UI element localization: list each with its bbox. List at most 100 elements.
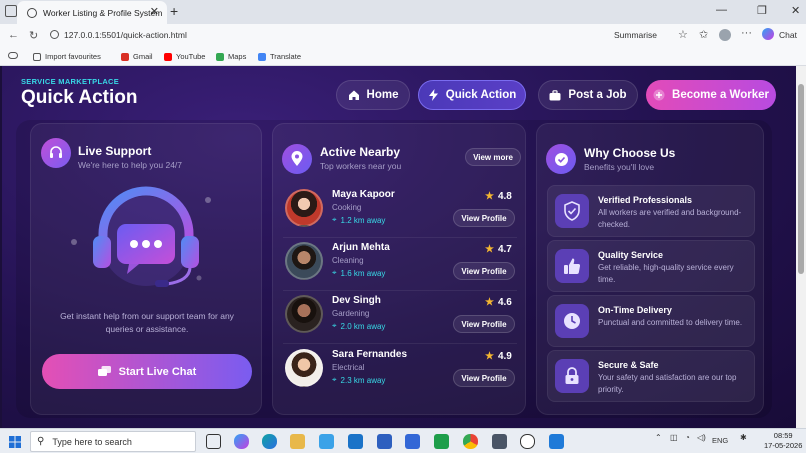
view-profile-button[interactable]: View Profile [453, 262, 515, 280]
feature-title: Verified Professionals [598, 195, 693, 205]
edge-icon[interactable] [262, 434, 277, 449]
close-window-button[interactable]: ✕ [791, 4, 800, 17]
copilot-chat-label[interactable]: Chat [779, 30, 797, 40]
sidebar-toggle-icon[interactable] [5, 5, 17, 17]
rating-value: 4.6 [497, 297, 512, 308]
store-icon[interactable] [319, 434, 334, 449]
url-field[interactable]: 127.0.0.1:5501/quick-action.html [64, 30, 187, 40]
start-live-chat-button[interactable]: Start Live Chat [42, 354, 252, 389]
browser-tab-strip: Worker Listing & Profile System ✕ + — ❐ … [0, 0, 806, 24]
copilot-icon[interactable] [762, 28, 774, 40]
search-placeholder: Type here to search [52, 436, 132, 447]
bookmark-translate[interactable]: Translate [258, 52, 301, 61]
maximize-button[interactable]: ❐ [757, 4, 767, 17]
star-icon: ★ [485, 351, 494, 362]
close-tab-icon[interactable]: ✕ [150, 5, 159, 18]
card-title: Why Choose Us [584, 146, 676, 160]
bookmark-gmail[interactable]: Gmail [121, 52, 153, 61]
reading-icon[interactable] [8, 52, 18, 59]
shield-check-icon [555, 194, 589, 228]
vscode-icon[interactable] [549, 434, 564, 449]
file-explorer-icon[interactable] [290, 434, 305, 449]
nav-label: Become a Worker [672, 89, 769, 101]
feature-description: All workers are verified and background-… [598, 208, 742, 229]
new-tab-button[interactable]: + [170, 3, 178, 19]
card-subtitle: We're here to help you 24/7 [78, 160, 183, 170]
worker-name: Sara Fernandes [332, 349, 408, 360]
distance-text: 2.0 km away [340, 321, 386, 331]
nav-post-job-button[interactable]: Post a Job [538, 80, 638, 110]
back-icon[interactable]: ← [8, 29, 19, 41]
sheets-icon[interactable] [434, 434, 449, 449]
mail-icon[interactable] [348, 434, 363, 449]
scrollbar-thumb[interactable] [798, 84, 804, 274]
task-view-icon[interactable] [206, 434, 221, 449]
import-icon [33, 52, 41, 61]
chrome-icon[interactable] [463, 434, 478, 449]
worker-name: Dev Singh [332, 295, 381, 306]
photos-icon[interactable] [492, 434, 507, 449]
view-profile-button[interactable]: View Profile [453, 315, 515, 333]
taskbar-clock[interactable]: 08:59 17-05-2026 [764, 431, 802, 451]
rating-value: 4.8 [497, 191, 512, 202]
tray-chevron-icon[interactable]: ⌃ [655, 433, 662, 442]
star-favourite-icon[interactable]: ☆ [678, 28, 688, 41]
more-menu-icon[interactable]: ··· [741, 27, 752, 39]
copilot-app-icon[interactable] [234, 434, 249, 449]
bookmark-label: Gmail [133, 52, 153, 61]
location-pin-icon [282, 144, 312, 174]
clock-icon [555, 304, 589, 338]
nav-label: Quick Action [445, 89, 517, 101]
view-more-button[interactable]: View more [465, 148, 521, 166]
bookmark-import[interactable]: Import favourites [33, 52, 101, 61]
feature-on-time: On-Time Delivery Punctual and committed … [547, 295, 755, 347]
wifi-icon[interactable]: ◔ [685, 433, 690, 442]
taskbar-search[interactable]: ⚲ Type here to search [30, 431, 196, 452]
worker-category: Gardening [332, 309, 370, 318]
bookmark-label: Translate [270, 52, 301, 61]
collections-icon[interactable]: ✩ [699, 28, 708, 41]
docs-icon[interactable] [405, 434, 420, 449]
feature-title: Secure & Safe [598, 360, 659, 370]
lightning-icon [428, 89, 438, 101]
network-icon[interactable]: ◫ [670, 433, 678, 442]
summarise-button[interactable]: Summarise [614, 30, 657, 40]
chatgpt-icon[interactable] [520, 434, 535, 449]
worker-distance: ⌖ 1.6 km away [332, 268, 385, 278]
refresh-icon[interactable]: ↻ [29, 29, 38, 42]
bookmark-maps[interactable]: Maps [216, 52, 246, 61]
chat-bubbles-icon [97, 366, 111, 376]
page-scrollbar[interactable] [796, 66, 806, 428]
view-profile-button[interactable]: View Profile [453, 209, 515, 227]
briefcase-icon [549, 89, 561, 100]
worker-rating: ★ 4.9 [485, 351, 512, 362]
browser-tab[interactable]: Worker Listing & Profile System ✕ [17, 1, 167, 24]
view-profile-button[interactable]: View Profile [453, 369, 515, 387]
become-worker-button[interactable]: Become a Worker [646, 80, 776, 110]
bluetooth-icon[interactable]: ✱ [740, 433, 747, 442]
info-icon[interactable] [50, 30, 59, 39]
home-icon [348, 90, 359, 100]
nav-label: Post a Job [568, 89, 627, 101]
worker-rating: ★ 4.7 [485, 244, 512, 255]
nav-home-button[interactable]: Home [336, 80, 410, 110]
profile-avatar[interactable] [719, 29, 731, 41]
worker-distance: ⌖ 2.3 km away [332, 375, 385, 385]
volume-icon[interactable]: ◁) [697, 433, 706, 442]
card-subtitle: Top workers near you [320, 161, 402, 171]
card-subtitle: Benefits you'll love [584, 162, 655, 172]
bookmark-label: Import favourites [45, 52, 101, 61]
address-bar: ← ↻ 127.0.0.1:5501/quick-action.html Sum… [0, 24, 806, 47]
worker-row: Arjun Mehta Cleaning ⌖ 1.6 km away ★ 4.7 V… [273, 236, 527, 289]
nav-quick-action-button[interactable]: Quick Action [418, 80, 526, 110]
button-label: Start Live Chat [118, 365, 197, 378]
cortana-app-icon[interactable] [377, 434, 392, 449]
bookmark-youtube[interactable]: YouTube [164, 52, 205, 61]
windows-start-icon[interactable] [9, 436, 21, 448]
minimize-button[interactable]: — [716, 4, 727, 16]
language-indicator[interactable]: ENG [712, 436, 728, 445]
gmail-icon [121, 52, 129, 61]
why-choose-us-card: Why Choose Us Benefits you'll love Verif… [536, 123, 764, 415]
distance-text: 1.6 km away [340, 268, 386, 278]
clock-date: 17-05-2026 [764, 441, 803, 450]
